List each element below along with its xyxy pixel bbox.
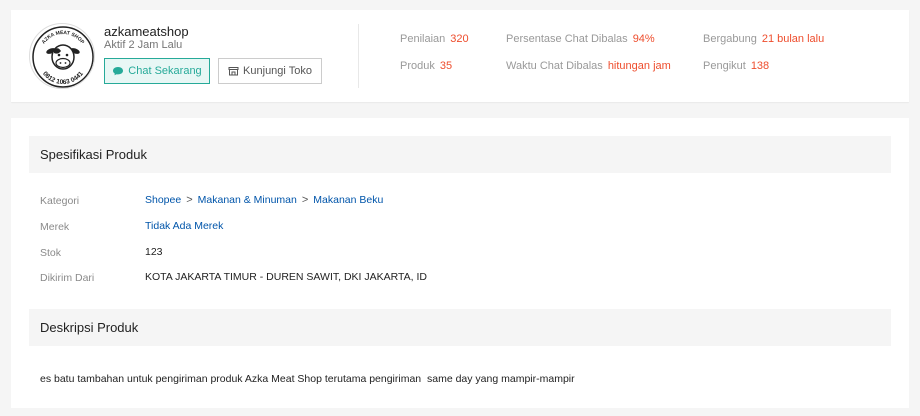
visit-shop-button[interactable]: Kunjungi Toko — [218, 58, 322, 84]
stat-followers: Pengikut 138 — [703, 60, 769, 72]
brand-label: Merek — [40, 221, 70, 233]
stat-rating: Penilaian 320 — [400, 33, 469, 45]
stat-chat-time: Waktu Chat Dibalas hitungan jam — [506, 60, 671, 72]
stat-rating-value: 320 — [450, 33, 469, 45]
shop-icon — [228, 67, 239, 76]
chat-bubble-icon — [113, 67, 124, 76]
brand-value[interactable]: Tidak Ada Merek — [145, 220, 223, 232]
stat-joined-label: Bergabung — [703, 33, 757, 45]
stat-chat-time-label: Waktu Chat Dibalas — [506, 60, 603, 72]
product-details-card: Spesifikasi Produk Kategori Shopee > Makan… — [11, 118, 909, 408]
stat-followers-value: 138 — [750, 60, 770, 72]
header-divider — [358, 24, 359, 88]
category-crumb-frozen-food[interactable]: Makanan Beku — [313, 194, 383, 206]
stat-chat-rate: Persentase Chat Dibalas 94% — [506, 33, 655, 45]
specs-section-title: Spesifikasi Produk — [29, 136, 891, 173]
stat-chat-rate-label: Persentase Chat Dibalas — [506, 33, 628, 45]
stat-products[interactable]: Produk 35 — [400, 60, 452, 72]
description-section-title: Deskripsi Produk — [29, 309, 891, 346]
chevron-right-icon: > — [186, 194, 193, 206]
stat-followers-label: Pengikut — [703, 60, 746, 72]
stat-products-label: Produk — [400, 60, 435, 72]
stat-rating-label: Penilaian — [400, 33, 446, 45]
shop-active-status: Aktif 2 Jam Lalu — [104, 39, 183, 51]
stat-products-value: 35 — [439, 60, 453, 72]
stat-joined: Bergabung 21 bulan lalu — [703, 33, 824, 45]
stat-joined-value: 21 bulan lalu — [761, 33, 825, 45]
category-crumb-shopee[interactable]: Shopee — [145, 194, 181, 206]
chat-now-button[interactable]: Chat Sekarang — [104, 58, 210, 84]
stock-label: Stok — [40, 247, 62, 259]
ship-from-label: Dikirim Dari — [40, 272, 95, 284]
ship-from-value: KOTA JAKARTA TIMUR - DUREN SAWIT, DKI JA… — [145, 271, 427, 283]
category-breadcrumb: Shopee > Makanan & Minuman > Makanan Beku — [145, 194, 383, 206]
category-label: Kategori — [40, 195, 80, 207]
visit-shop-label: Kunjungi Toko — [243, 65, 312, 77]
stat-chat-time-value: hitungan jam — [607, 60, 671, 72]
shop-name[interactable]: azkameatshop — [104, 24, 189, 39]
stat-chat-rate-value: 94% — [632, 33, 655, 45]
chat-now-label: Chat Sekarang — [128, 65, 202, 77]
shop-info-card: AZKA MEAT SHOP 0812 1063 0441 azkameatsh… — [11, 10, 909, 102]
chevron-right-icon: > — [301, 194, 309, 206]
stock-value: 123 — [145, 246, 163, 258]
shop-avatar[interactable]: AZKA MEAT SHOP 0812 1063 0441 — [29, 23, 95, 89]
product-description-text: es batu tambahan untuk pengiriman produk… — [40, 373, 575, 385]
category-crumb-food-drink[interactable]: Makanan & Minuman — [198, 194, 297, 206]
cow-logo-icon: AZKA MEAT SHOP 0812 1063 0441 — [32, 26, 94, 88]
